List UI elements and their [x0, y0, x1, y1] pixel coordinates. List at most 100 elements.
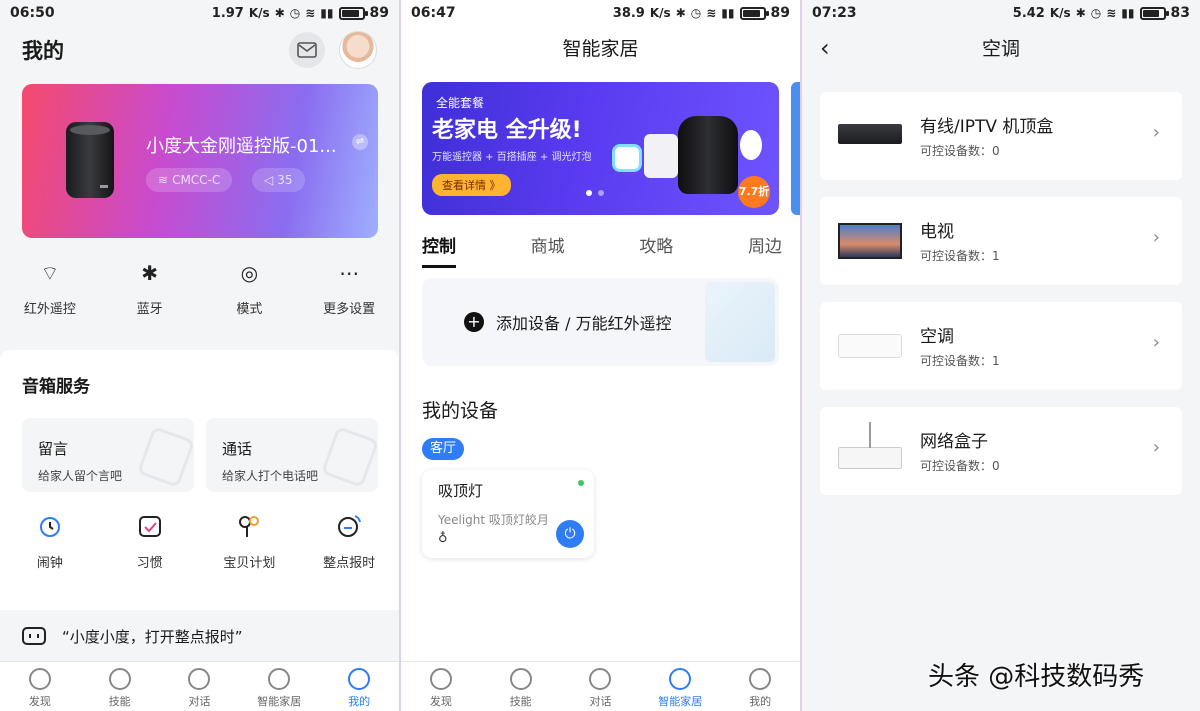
volume-value: 35 [277, 173, 293, 187]
quick-mode[interactable]: ◎ 模式 [200, 260, 300, 340]
promo-banner[interactable]: 全能套餐 老家电 全升级! 万能遥控器 + 百搭插座 + 调光灯泡 查看详情 》… [422, 82, 779, 215]
quick-bluetooth[interactable]: ✱ 蓝牙 [100, 260, 200, 340]
grid-alarm[interactable]: 闹钟 [0, 512, 100, 571]
battery-percent: 83 [1170, 5, 1190, 21]
list-item-network-box[interactable]: 网络盒子 可控设备数：0 › [820, 407, 1182, 495]
device-type-list: 有线/IPTV 机顶盒 可控设备数：0 › 电视 可控设备数：1 › 空调 可控… [820, 92, 1182, 512]
quick-more-settings[interactable]: ⋯ 更多设置 [299, 260, 399, 340]
quick-actions: ⌔ 红外遥控 ✱ 蓝牙 ◎ 模式 ⋯ 更多设置 [0, 260, 399, 340]
tab-smart-home[interactable]: 智能家居 [239, 662, 319, 711]
tab-discover[interactable]: 发现 [401, 662, 481, 711]
robot-image [612, 144, 642, 172]
home-icon [268, 668, 291, 690]
battery-percent: 89 [770, 5, 790, 21]
banner-headline: 老家电 全升级! [432, 118, 582, 143]
discover-icon [429, 668, 452, 690]
status-bar: 06:47 38.9 K/s ✱ ◷ ≋ ▮▮ 89 [401, 0, 800, 26]
add-device-label: 添加设备 / 万能红外遥控 [496, 314, 672, 333]
list-item-set-top-box[interactable]: 有线/IPTV 机顶盒 可控设备数：0 › [820, 92, 1182, 180]
tab-me[interactable]: 我的 [319, 662, 399, 711]
tab-skills[interactable]: 技能 [80, 662, 160, 711]
screens: 06:50 1.97 K/s ✱ ◷ ≋ ▮▮ 89 我的 小度大金刚遥控版-0… [0, 0, 1200, 711]
device-card[interactable]: 小度大金刚遥控版-01... ⇌ ≋ CMCC-C ◁ 35 [22, 84, 378, 238]
device-card-ceiling-light[interactable]: 吸顶灯 Yeelight 吸顶灯皎月 ♁ ⏻ [422, 470, 594, 558]
switch-device-icon[interactable]: ⇌ [352, 134, 368, 150]
discover-icon [28, 668, 51, 690]
battery-fill [742, 9, 761, 17]
tab-accessories[interactable]: 周边 [748, 232, 782, 268]
bottom-tab-bar: 发现 技能 对话 智能家居 我的 [401, 661, 800, 711]
service-message[interactable]: 留言 给家人留个言吧 [22, 418, 196, 492]
bulb-icon: ♁ [438, 531, 448, 546]
chevron-right-icon: › [1152, 227, 1160, 248]
add-device-button[interactable]: + 添加设备 / 万能红外遥控 [422, 278, 779, 366]
list-item-ac[interactable]: 空调 可控设备数：1 › [820, 302, 1182, 390]
power-button[interactable]: ⏻ [556, 520, 584, 548]
tab-control[interactable]: 控制 [422, 232, 456, 268]
next-banner-peek[interactable] [791, 82, 800, 215]
tab-mall[interactable]: 商城 [531, 232, 565, 268]
tab-discover[interactable]: 发现 [0, 662, 80, 711]
tab-chat[interactable]: 对话 [160, 662, 240, 711]
chevron-right-icon: › [1152, 437, 1160, 458]
quick-ir-remote[interactable]: ⌔ 红外遥控 [0, 260, 100, 340]
service-grid: 闹钟 习惯 宝贝计划 整点报时 [0, 512, 399, 571]
ir-remote-icon: ⌔ [40, 260, 60, 285]
item-count: 可控设备数：0 [920, 144, 1000, 158]
item-count: 可控设备数：1 [920, 354, 1000, 368]
grid-label: 闹钟 [36, 556, 63, 571]
remote-illustration [705, 282, 775, 362]
status-time: 06:47 [411, 5, 456, 21]
my-devices-heading: 我的设备 [422, 400, 499, 422]
grid-label: 宝贝计划 [223, 556, 276, 571]
chat-icon [589, 668, 612, 690]
grid-chime[interactable]: 整点报时 [299, 512, 399, 571]
grid-habit[interactable]: 习惯 [100, 512, 200, 571]
battery-fill [341, 9, 360, 17]
battery-icon [338, 6, 368, 20]
tab-label: 对话 [589, 695, 612, 708]
service-call[interactable]: 通话 给家人打个电话吧 [206, 418, 380, 492]
chat-icon [188, 668, 211, 690]
tab-label: 对话 [188, 695, 211, 708]
chevron-right-icon: › [1152, 332, 1160, 353]
baby-plan-icon [235, 512, 263, 540]
chime-icon [335, 512, 363, 540]
wifi-icon: ≋ [305, 6, 316, 20]
device-name: 小度大金刚遥控版-01... [146, 136, 337, 157]
tab-label: 发现 [429, 695, 452, 708]
banner-cta-button[interactable]: 查看详情 》 [432, 174, 511, 196]
banner-subtitle: 万能遥控器 + 百搭插座 + 调光灯泡 [432, 152, 592, 163]
speed-unit: K/s [248, 6, 270, 20]
tab-me[interactable]: 我的 [720, 662, 800, 711]
carousel-dots [586, 190, 604, 196]
message-button[interactable] [289, 32, 325, 68]
quick-label: 蓝牙 [136, 302, 163, 317]
skills-icon [509, 668, 532, 690]
screen-my: 06:50 1.97 K/s ✱ ◷ ≋ ▮▮ 89 我的 小度大金刚遥控版-0… [0, 0, 399, 711]
air-conditioner-image [838, 334, 902, 358]
wifi-icon: ≋ [1106, 6, 1117, 20]
tab-skills[interactable]: 技能 [481, 662, 561, 711]
tab-label: 智能家居 [257, 695, 302, 708]
home-icon [669, 668, 692, 690]
alarm-status-icon: ◷ [289, 6, 301, 20]
tab-smart-home[interactable]: 智能家居 [640, 662, 720, 711]
more-settings-icon: ⋯ [339, 261, 360, 285]
avatar[interactable] [339, 31, 377, 69]
tab-chat[interactable]: 对话 [561, 662, 641, 711]
online-dot [578, 480, 584, 486]
device-model: Yeelight 吸顶灯皎月 [438, 513, 549, 527]
back-arrow-icon[interactable]: ‹ [820, 34, 830, 62]
voice-hint-bar[interactable]: “小度小度，打开整点报时” [0, 610, 399, 662]
tab-guide[interactable]: 攻略 [639, 232, 673, 268]
skills-icon [108, 668, 131, 690]
remote-hub-image [678, 116, 738, 194]
speed-unit: K/s [649, 6, 671, 20]
room-badge[interactable]: 客厅 [422, 438, 465, 460]
grid-baby-plan[interactable]: 宝贝计划 [200, 512, 300, 571]
list-item-tv[interactable]: 电视 可控设备数：1 › [820, 197, 1182, 285]
set-top-box-image [838, 124, 902, 144]
mail-icon [297, 42, 317, 58]
tab-label: 发现 [28, 695, 51, 708]
